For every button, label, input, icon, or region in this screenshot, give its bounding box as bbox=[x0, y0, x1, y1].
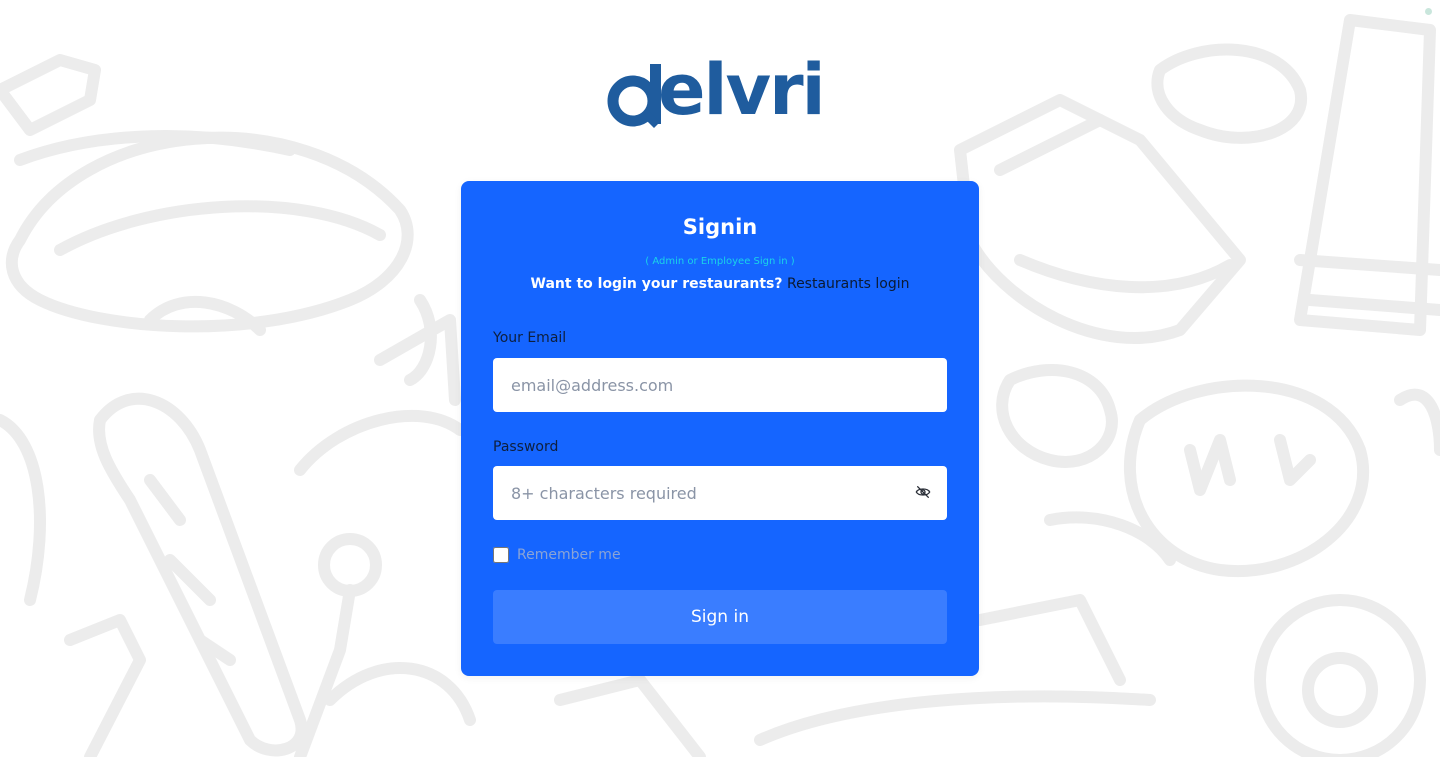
signin-card: Signin ( Admin or Employee Sign in ) Wan… bbox=[461, 181, 979, 676]
restaurant-question: Want to login your restaurants? bbox=[530, 276, 783, 292]
signin-subtitle: ( Admin or Employee Sign in ) bbox=[645, 256, 795, 267]
remember-me-label: Remember me bbox=[517, 547, 621, 563]
email-field[interactable] bbox=[493, 358, 947, 412]
status-dot bbox=[1425, 8, 1432, 15]
signin-title: Signin bbox=[682, 215, 758, 239]
restaurants-login-link[interactable]: Restaurants login bbox=[787, 276, 910, 292]
password-label: Password bbox=[493, 439, 559, 455]
logo-mark-icon bbox=[607, 64, 661, 128]
delvri-logo: elvri bbox=[606, 52, 838, 130]
eye-off-icon[interactable] bbox=[915, 484, 931, 500]
remember-me-checkbox[interactable] bbox=[493, 547, 509, 563]
restaurant-login-prompt: Want to login your restaurants? Restaura… bbox=[461, 274, 979, 294]
email-label: Your Email bbox=[493, 330, 567, 346]
logo-text: elvri bbox=[658, 49, 826, 131]
sign-in-button[interactable]: Sign in bbox=[493, 590, 947, 644]
remember-me: Remember me bbox=[493, 546, 621, 564]
password-field[interactable] bbox=[493, 466, 947, 520]
